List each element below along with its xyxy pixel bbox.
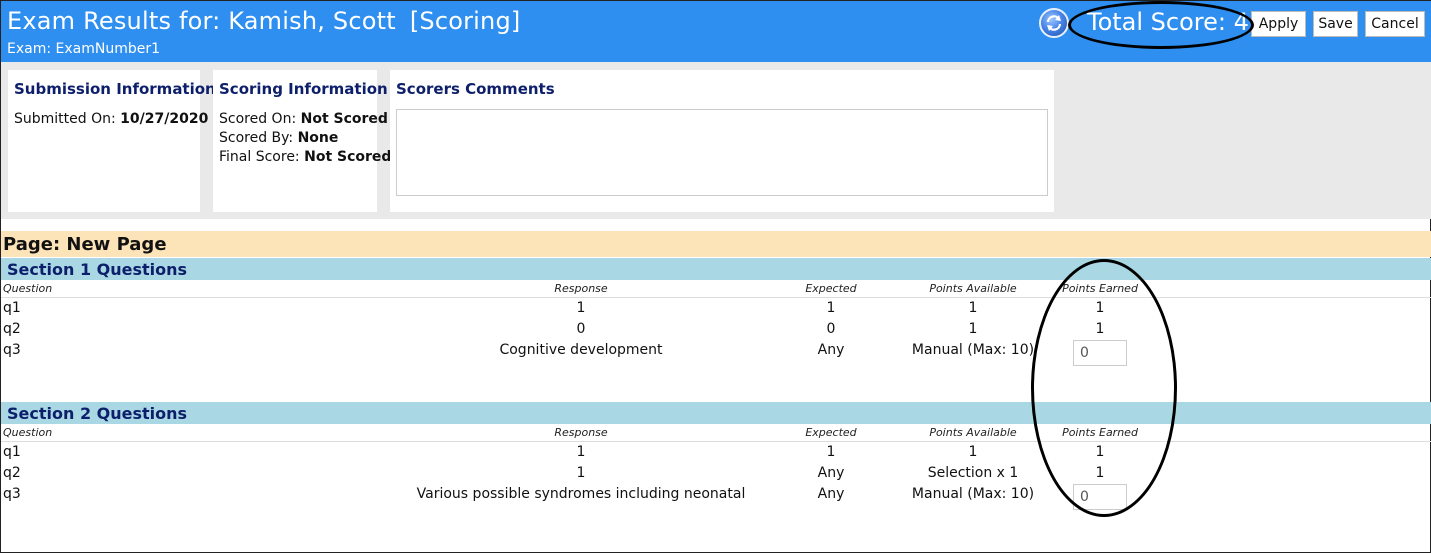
scoring-heading: Scoring Information [219, 80, 388, 98]
response: Cognitive development [499, 342, 663, 358]
col-points-available: Points Available [929, 282, 1017, 295]
info-area: Submission Information Submitted On: 10/… [1, 62, 1431, 219]
status-tag: [Scoring] [409, 7, 521, 35]
col-expected: Expected [805, 426, 857, 439]
comments-heading: Scorers Comments [396, 80, 555, 98]
table-row: q1 1 1 1 1 [1, 442, 1431, 463]
response: 1 [576, 465, 586, 481]
expected: 1 [826, 300, 836, 316]
points-available: 1 [968, 444, 978, 460]
exam-subtitle: Exam: ExamNumber1 [7, 41, 161, 57]
points-available: 1 [968, 300, 978, 316]
col-points-available: Points Available [929, 426, 1017, 439]
col-response: Response [554, 282, 608, 295]
apply-button[interactable]: Apply [1251, 11, 1306, 37]
col-question: Question [3, 426, 53, 439]
expected: 1 [826, 444, 836, 460]
expected: Any [817, 486, 845, 502]
points-available: Manual (Max: 10) [911, 486, 1035, 502]
question-id: q2 [3, 321, 21, 337]
question-id: q1 [3, 444, 21, 460]
page-title: Exam Results for: Kamish, Scott [Scoring] [7, 7, 520, 35]
section-1: Section 1 Questions Question Response Ex… [1, 258, 1431, 366]
section-title: Section 2 Questions [1, 402, 1431, 424]
expected: 0 [826, 321, 836, 337]
expected: Any [817, 465, 845, 481]
table-row: q2 0 0 1 1 [1, 319, 1431, 340]
table-row: q1 1 1 1 1 [1, 298, 1431, 319]
column-headers: Question Response Expected Points Availa… [1, 280, 1431, 298]
scoring-panel: Scoring Information Scored On: Not Score… [213, 70, 392, 212]
column-headers: Question Response Expected Points Availa… [1, 424, 1431, 442]
submission-panel: Submission Information Submitted On: 10/… [8, 70, 216, 212]
col-response: Response [554, 426, 608, 439]
table-row: q3 Cognitive development Any Manual (Max… [1, 340, 1431, 366]
section-2: Section 2 Questions Question Response Ex… [1, 402, 1431, 510]
question-id: q3 [3, 342, 21, 358]
refresh-icon[interactable] [1039, 8, 1069, 38]
question-id: q2 [3, 465, 21, 481]
points-available: Selection x 1 [927, 465, 1019, 481]
table-row: q2 1 Any Selection x 1 1 [1, 463, 1431, 484]
exam-title: Exam Results for: Kamish, Scott [7, 7, 396, 35]
page-heading: Page: New Page [1, 231, 1431, 257]
comments-panel: Scorers Comments [390, 70, 1054, 212]
submitted-on: Submitted On: 10/27/2020 [14, 111, 209, 127]
cancel-button[interactable]: Cancel [1365, 11, 1425, 37]
question-id: q3 [3, 486, 21, 502]
response: 1 [576, 444, 586, 460]
final-score: Final Score: Not Scored [219, 149, 392, 165]
total-score-highlight [1068, 1, 1254, 49]
points-available: 1 [968, 321, 978, 337]
question-id: q1 [3, 300, 21, 316]
response: Various possible syndromes including neo… [416, 486, 746, 502]
response: 0 [576, 321, 586, 337]
expected: Any [817, 342, 845, 358]
col-expected: Expected [805, 282, 857, 295]
points-earned-highlight [1031, 259, 1177, 517]
comments-textarea[interactable] [396, 109, 1048, 196]
scored-by: Scored By: None [219, 130, 339, 146]
points-available: Manual (Max: 10) [911, 342, 1035, 358]
submission-heading: Submission Information [14, 80, 216, 98]
col-question: Question [3, 282, 53, 295]
response: 1 [576, 300, 586, 316]
section-title: Section 1 Questions [1, 258, 1431, 280]
table-row: q3 Various possible syndromes including … [1, 484, 1431, 510]
save-button[interactable]: Save [1313, 11, 1358, 37]
scored-on: Scored On: Not Scored [219, 111, 388, 127]
